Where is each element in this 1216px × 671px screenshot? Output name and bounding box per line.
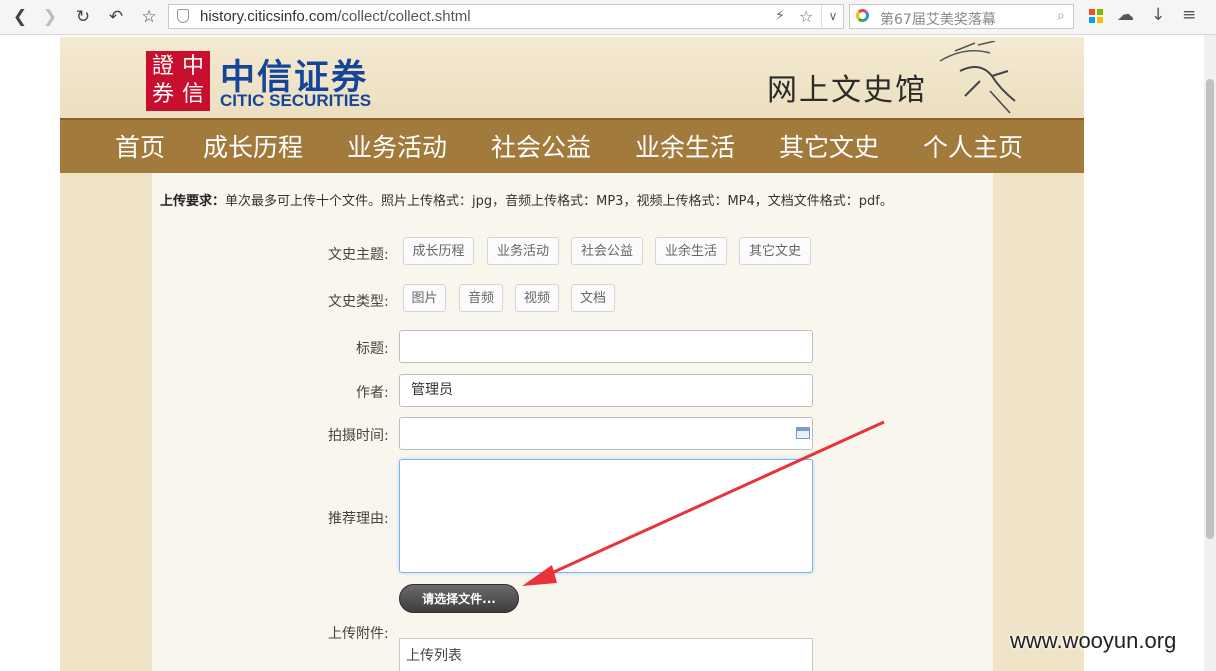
browser-toolbar: ❮ ❯ ↻ ↶ ☆ history.citicsinfo.com/collect… xyxy=(0,0,1216,35)
download-icon[interactable]: ↓ xyxy=(1151,5,1165,25)
scrollbar-thumb[interactable] xyxy=(1206,79,1214,539)
calendar-icon[interactable] xyxy=(796,427,810,439)
nav-home[interactable]: 首页 xyxy=(115,128,165,164)
type-option[interactable]: 视频 xyxy=(515,284,559,312)
author-label: 作者: xyxy=(356,385,389,401)
title-input[interactable] xyxy=(399,330,813,363)
title-label: 标题: xyxy=(356,341,389,357)
citic-seal-logo: 證中 券信 xyxy=(146,51,210,111)
author-input[interactable]: 管理员 xyxy=(399,374,813,407)
main-nav: 首页 成长历程 业务活动 社会公益 业余生活 其它文史 个人主页 xyxy=(60,118,1084,173)
nav-public-welfare[interactable]: 社会公益 xyxy=(491,128,591,164)
forward-icon[interactable]: ❯ xyxy=(38,5,62,29)
crane-decoration-icon xyxy=(939,41,1016,114)
url-text: history.citicsinfo.com/collect/collect.s… xyxy=(200,8,471,25)
site-banner: 證中 券信 中信证券 CITIC SECURITIES 网上文史馆 xyxy=(60,37,1084,118)
back-icon[interactable]: ❮ xyxy=(8,5,32,29)
theme-option[interactable]: 业务活动 xyxy=(487,237,559,265)
theme-option[interactable]: 业余生活 xyxy=(655,237,727,265)
undo-icon[interactable]: ↶ xyxy=(104,5,128,29)
nav-business-activities[interactable]: 业务活动 xyxy=(347,128,447,164)
apps-grid-icon[interactable] xyxy=(1089,9,1103,23)
nav-other-history[interactable]: 其它文史 xyxy=(779,128,879,164)
theme-option[interactable]: 社会公益 xyxy=(571,237,643,265)
search-box[interactable]: 第67届艾美奖落幕 ⌕ xyxy=(849,4,1074,29)
url-dropdown-icon[interactable]: ∨ xyxy=(821,5,844,28)
security-shield-icon xyxy=(177,9,189,23)
upload-requirements: 上传要求：单次最多可上传十个文件。照片上传格式：jpg，音频上传格式：MP3，视… xyxy=(160,194,893,209)
favorite-star-icon[interactable]: ☆ xyxy=(799,7,813,26)
address-bar[interactable]: history.citicsinfo.com/collect/collect.s… xyxy=(168,4,844,29)
web-page: 證中 券信 中信证券 CITIC SECURITIES 网上文史馆 首页 成长历… xyxy=(60,37,1084,671)
shoot-time-input[interactable] xyxy=(399,417,813,450)
watermark: www.wooyun.org xyxy=(1010,628,1177,653)
type-option[interactable]: 音频 xyxy=(459,284,503,312)
search-engine-icon xyxy=(856,9,869,22)
choose-file-button[interactable]: 请选择文件... xyxy=(399,584,519,613)
flash-icon[interactable]: ⚡ xyxy=(775,8,785,24)
nav-growth-history[interactable]: 成长历程 xyxy=(203,128,303,164)
brand-name-en: CITIC SECURITIES xyxy=(220,91,372,110)
shoot-time-label: 拍摄时间: xyxy=(328,428,389,444)
reason-label: 推荐理由: xyxy=(328,511,389,527)
nav-personal-home[interactable]: 个人主页 xyxy=(923,128,1023,164)
search-icon[interactable]: ⌕ xyxy=(1057,8,1065,24)
nav-leisure-life[interactable]: 业余生活 xyxy=(635,128,735,164)
museum-title: 网上文史馆 xyxy=(767,73,927,108)
theme-label: 文史主题: xyxy=(328,247,389,263)
theme-option[interactable]: 成长历程 xyxy=(403,237,474,265)
bookmark-star-icon[interactable]: ☆ xyxy=(137,5,161,29)
type-option[interactable]: 文档 xyxy=(571,284,615,312)
upload-list-box: 上传列表 xyxy=(399,638,813,671)
type-label: 文史类型: xyxy=(328,294,389,310)
menu-icon[interactable]: ≡ xyxy=(1182,5,1196,25)
search-input[interactable]: 第67届艾美奖落幕 xyxy=(880,9,996,29)
attachment-label: 上传附件: xyxy=(328,626,389,642)
page-scrollbar[interactable] xyxy=(1204,35,1216,671)
cloud-icon[interactable]: ☁ xyxy=(1117,5,1134,25)
reason-textarea[interactable] xyxy=(399,459,813,573)
type-option[interactable]: 图片 xyxy=(403,284,446,312)
reload-icon[interactable]: ↻ xyxy=(71,5,95,29)
upload-form: 上传要求：单次最多可上传十个文件。照片上传格式：jpg，音频上传格式：MP3，视… xyxy=(152,173,993,671)
theme-option[interactable]: 其它文史 xyxy=(739,237,811,265)
